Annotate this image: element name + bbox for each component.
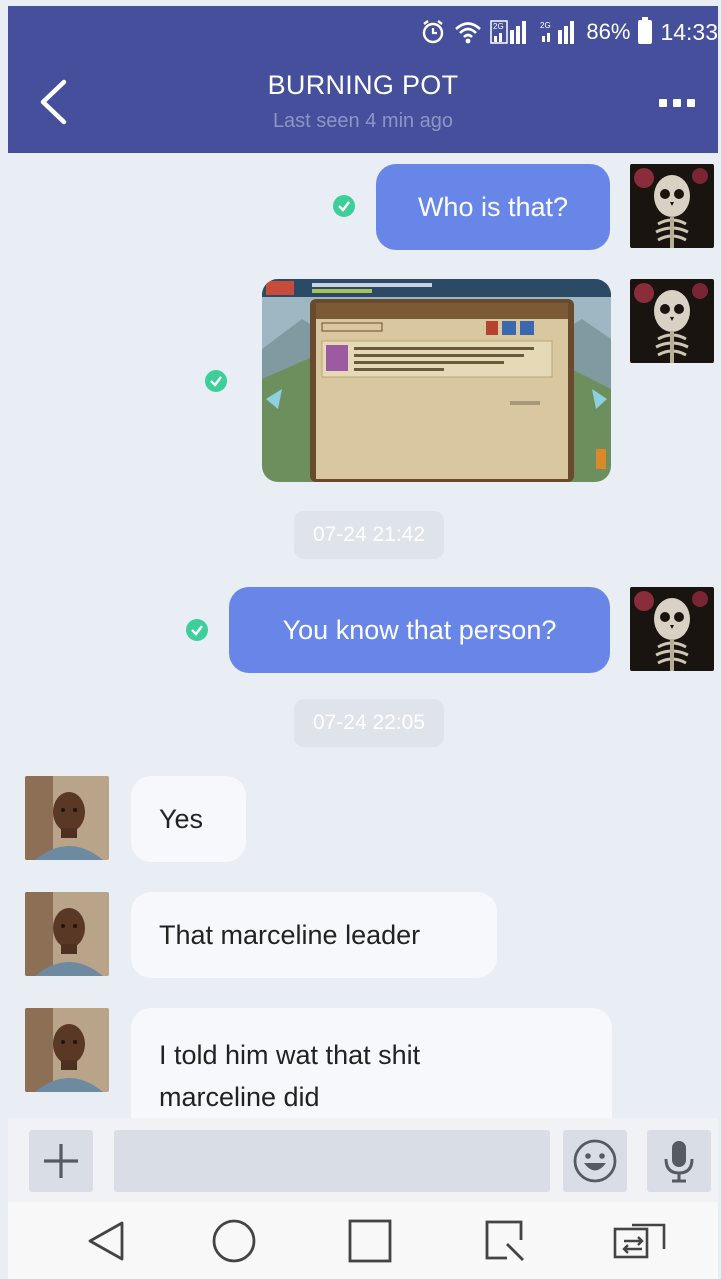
system-nav-bar <box>8 1202 718 1279</box>
chat-title[interactable]: BURNING POT <box>8 70 718 101</box>
nav-recents-button[interactable] <box>342 1218 398 1264</box>
timestamp-divider: 07-24 22:05 <box>294 699 444 747</box>
timestamp-divider: 07-24 21:42 <box>294 511 444 559</box>
timestamp-text: 07-24 22:05 <box>312 711 426 734</box>
microphone-icon <box>664 1141 694 1183</box>
back-triangle-icon <box>88 1221 124 1261</box>
nav-home-button[interactable] <box>206 1218 262 1264</box>
more-dots-icon <box>687 99 695 107</box>
timestamp-text: 07-24 21:42 <box>312 523 426 546</box>
contact-avatar[interactable] <box>25 776 109 860</box>
message-text: I told him wat that shit marceline did <box>159 1040 421 1112</box>
person-avatar-icon <box>25 1008 109 1092</box>
message-text: That marceline leader <box>159 919 421 950</box>
nav-back-button[interactable] <box>78 1218 134 1264</box>
chat-screen: 2G 2G 86% 14:33 BURNING POT Last seen 4 … <box>0 0 721 1279</box>
image-message[interactable] <box>262 279 611 482</box>
outgoing-message[interactable]: You know that person? <box>229 587 610 673</box>
contact-avatar[interactable] <box>25 892 109 976</box>
person-avatar-icon <box>25 776 109 860</box>
incoming-message[interactable]: Yes <box>131 776 246 862</box>
nav-screenshot-button[interactable] <box>478 1218 534 1264</box>
more-options-button[interactable] <box>652 88 702 118</box>
screenshot-icon <box>485 1220 524 1261</box>
more-dots-icon <box>673 99 681 107</box>
status-bar: 2G 2G 86% 14:33 <box>8 6 718 56</box>
nav-switch-sim-button[interactable] <box>612 1218 668 1264</box>
voice-button[interactable] <box>647 1130 711 1192</box>
signal-icon: 2G <box>490 18 530 46</box>
incoming-message[interactable]: That marceline leader <box>131 892 497 978</box>
delivered-check-icon <box>333 195 355 217</box>
plus-icon <box>44 1144 78 1178</box>
person-avatar-icon <box>25 892 109 976</box>
message-composer <box>8 1118 718 1202</box>
outgoing-message[interactable]: Who is that? <box>376 164 610 250</box>
avatar[interactable] <box>630 164 714 248</box>
delivered-check-icon <box>186 619 208 641</box>
home-circle-icon <box>212 1219 256 1263</box>
attach-button[interactable] <box>29 1130 93 1192</box>
alarm-icon <box>420 19 446 45</box>
contact-avatar[interactable] <box>25 1008 109 1092</box>
skull-avatar-icon <box>630 587 714 671</box>
message-text: Who is that? <box>417 191 569 222</box>
message-input[interactable] <box>114 1130 550 1192</box>
recents-square-icon <box>348 1219 392 1263</box>
avatar[interactable] <box>630 279 714 363</box>
skull-avatar-icon <box>630 279 714 363</box>
clock: 14:33 <box>660 18 718 45</box>
game-screenshot-image <box>262 279 611 482</box>
signal-icon: 2G <box>538 18 578 46</box>
delivered-check-icon <box>205 370 227 392</box>
avatar[interactable] <box>630 587 714 671</box>
chat-header: BURNING POT Last seen 4 min ago <box>8 56 718 153</box>
status-icons: 2G 2G 86% 14:33 <box>420 17 718 46</box>
last-seen-status: Last seen 4 min ago <box>272 110 454 132</box>
emoji-icon <box>573 1139 617 1183</box>
wifi-icon <box>454 20 482 44</box>
more-dots-icon <box>659 99 667 107</box>
message-text: Yes <box>159 803 204 834</box>
svg-text:2G: 2G <box>493 22 504 31</box>
skull-avatar-icon <box>630 164 714 248</box>
message-text: You know that person? <box>282 614 557 645</box>
svg-text:2G: 2G <box>540 21 551 30</box>
battery-icon <box>638 17 653 44</box>
switch-sim-icon <box>613 1223 666 1259</box>
emoji-button[interactable] <box>563 1130 627 1192</box>
battery-percent: 86% <box>586 19 631 44</box>
